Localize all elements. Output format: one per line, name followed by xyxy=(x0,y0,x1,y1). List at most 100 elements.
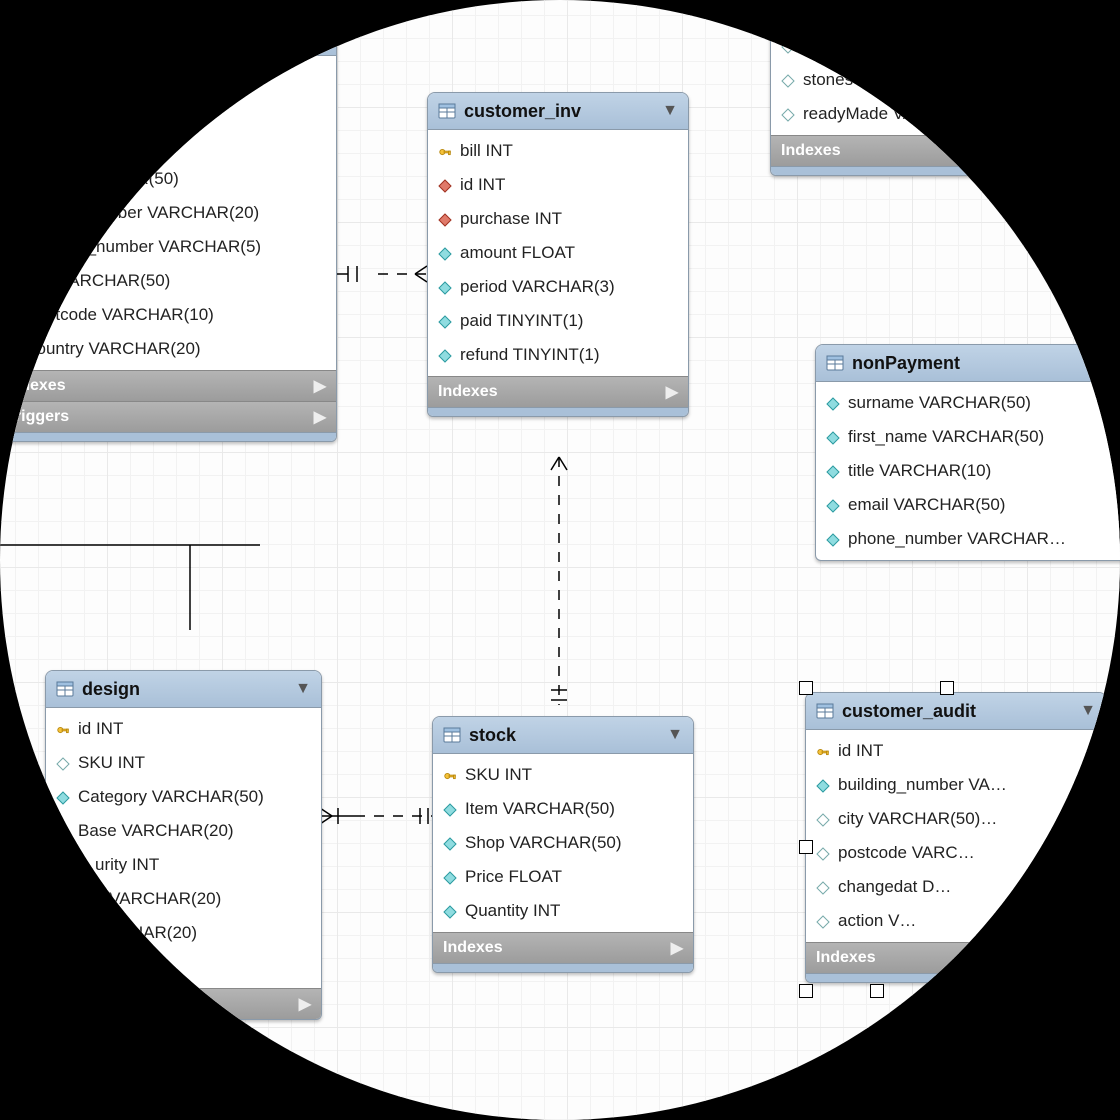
column[interactable]: postcode VARCHAR(10) xyxy=(0,298,336,332)
column[interactable]: Price FLOAT xyxy=(433,860,693,894)
column[interactable]: action V… xyxy=(806,904,1106,938)
table-header[interactable]: nonPayment ▼ xyxy=(816,345,1120,382)
table-header[interactable]: stock ▼ xyxy=(433,717,693,754)
table-header[interactable]: customer_inv ▼ xyxy=(428,93,688,130)
column[interactable]: …ail VARCHAR(50) xyxy=(0,162,336,196)
column[interactable]: SKU INT xyxy=(46,746,321,780)
column[interactable]: id INT xyxy=(806,734,1106,768)
column[interactable]: paid TINYINT(1) xyxy=(428,304,688,338)
column[interactable]: SKU INT xyxy=(433,758,693,792)
column-label: title VARCHAR(10) xyxy=(848,461,991,481)
section-header[interactable]: Indexes▶ xyxy=(428,376,688,407)
column[interactable]: Base VARCHAR(20) xyxy=(46,814,321,848)
table-design[interactable]: design ▼ id INTSKU INT Category VARCHAR(5… xyxy=(45,670,322,1020)
column[interactable]: email VARCHAR(50) xyxy=(816,488,1120,522)
resize-handle[interactable] xyxy=(799,681,813,695)
section-header[interactable]: Indexes▶ xyxy=(806,942,1106,973)
column[interactable]: stones VARCHA… xyxy=(771,63,1120,97)
column[interactable]: readyMade VARCH… xyxy=(771,97,1120,131)
column[interactable]: amount FLOAT xyxy=(428,236,688,270)
column[interactable]: Quantity INT xyxy=(433,894,693,928)
table-customer[interactable]: ▼ … VARCHAR(50)…e VARCHAR(50)… VARCHAR(1… xyxy=(0,18,337,442)
table-stock[interactable]: stock ▼ SKU INTItem VARCHAR(50)Shop VARC… xyxy=(432,716,694,973)
table-partial-top[interactable]: base V…coating VA…stones VARCHA…readyMad… xyxy=(770,0,1120,176)
section-label: Indexes xyxy=(781,142,841,160)
column[interactable]: purchase INT xyxy=(428,202,688,236)
column[interactable]: first_name VARCHAR(50) xyxy=(816,420,1120,454)
table-nonpayment[interactable]: nonPayment ▼ surname VARCHAR(50) first_na… xyxy=(815,344,1120,561)
column-label: building_number VA… xyxy=(838,775,1007,795)
column[interactable]: Category VARCHAR(50) xyxy=(46,780,321,814)
er-canvas[interactable]: { "tables": { "customer": { "title": "cu… xyxy=(0,0,1120,1120)
table-customer-audit[interactable]: customer_audit ▼ id INT building_number V… xyxy=(805,692,1107,983)
section-header[interactable]: Triggers ▶ xyxy=(0,401,336,432)
column[interactable]: title VARCHAR(10) xyxy=(816,454,1120,488)
table-header[interactable]: ▼ xyxy=(0,19,336,56)
collapse-icon[interactable]: ▼ xyxy=(662,102,678,120)
key-icon xyxy=(443,768,457,782)
column[interactable]: city VARCHAR(50)… xyxy=(806,802,1106,836)
columns: id INT building_number VA… city VARCHAR(50… xyxy=(806,730,1106,942)
column-label: postcode VARCHAR(10) xyxy=(28,305,214,325)
diamond-cyan-icon xyxy=(56,858,70,872)
column[interactable]: …YINT(1) xyxy=(46,950,321,984)
column[interactable]: coating VA… xyxy=(771,29,1120,63)
column-label: first_name VARCHAR(50) xyxy=(848,427,1044,447)
section-label: Triggers xyxy=(6,408,69,426)
column[interactable]: country VARCHAR(20) xyxy=(0,332,336,366)
column[interactable]: period VARCHAR(3) xyxy=(428,270,688,304)
column[interactable]: base V… xyxy=(771,0,1120,29)
section-header[interactable]: Indexes▶ xyxy=(433,932,693,963)
column[interactable]: …e VARCHAR(50) xyxy=(0,94,336,128)
resize-handle[interactable] xyxy=(940,681,954,695)
column[interactable]: Item VARCHAR(50) xyxy=(433,792,693,826)
column[interactable]: refund TINYINT(1) xyxy=(428,338,688,372)
section-header[interactable]: Indexes▶ xyxy=(0,370,336,401)
table-header[interactable]: customer_audit ▼ xyxy=(806,693,1106,730)
column[interactable]: … VARCHAR(50) xyxy=(0,60,336,94)
collapse-icon[interactable]: ▼ xyxy=(310,28,326,46)
column[interactable]: …ARCHAR(20) xyxy=(46,916,321,950)
column[interactable]: phone_number VARCHAR(20) xyxy=(0,196,336,230)
column[interactable]: Shop VARCHAR(50) xyxy=(433,826,693,860)
column[interactable]: phone_number VARCHAR… xyxy=(816,522,1120,556)
collapse-icon[interactable]: ▼ xyxy=(667,726,683,744)
column[interactable]: … VARCHAR(10) xyxy=(0,128,336,162)
resize-handle[interactable] xyxy=(799,984,813,998)
diamond-open-icon xyxy=(816,846,830,860)
section-label: Indexes xyxy=(816,949,876,967)
columns: bill INTid INTpurchase INTamount FLOATpe… xyxy=(428,130,688,376)
expand-icon: ▶ xyxy=(314,407,326,427)
column[interactable]: …h VARCHAR(20) xyxy=(46,882,321,916)
column[interactable]: …urity INT xyxy=(46,848,321,882)
column[interactable]: city VARCHAR(50) xyxy=(0,264,336,298)
column[interactable]: postcode VARC… xyxy=(806,836,1106,870)
column-label: Category VARCHAR(50) xyxy=(78,787,264,807)
table-header[interactable]: design ▼ xyxy=(46,671,321,708)
section-header[interactable]: Indexes▶ xyxy=(771,135,1120,166)
diamond-cyan-icon xyxy=(56,926,70,940)
column[interactable]: id INT xyxy=(428,168,688,202)
collapse-icon[interactable]: ▼ xyxy=(1080,702,1096,720)
column-label: changedat D… xyxy=(838,877,951,897)
table-icon xyxy=(443,726,461,744)
diamond-cyan-icon xyxy=(816,778,830,792)
diamond-open-icon xyxy=(6,104,20,118)
column[interactable]: building_number VA… xyxy=(806,768,1106,802)
column-label: city VARCHAR(50) xyxy=(28,271,170,291)
column-label: postcode VARC… xyxy=(838,843,975,863)
diamond-open-icon xyxy=(781,5,795,19)
collapse-icon[interactable]: ▼ xyxy=(295,680,311,698)
column[interactable]: changedat D… xyxy=(806,870,1106,904)
sections: Indexes▶ xyxy=(806,942,1106,973)
column[interactable]: bill INT xyxy=(428,134,688,168)
resize-handle[interactable] xyxy=(799,840,813,854)
table-customer-inv[interactable]: customer_inv ▼ bill INTid INTpurchase IN… xyxy=(427,92,689,417)
collapse-icon[interactable]: ▼ xyxy=(1100,354,1116,372)
column[interactable]: surname VARCHAR(50) xyxy=(816,386,1120,420)
resize-handle[interactable] xyxy=(870,984,884,998)
section-header[interactable]: ▶ xyxy=(46,988,321,1019)
sections: Indexes▶ xyxy=(771,135,1120,166)
column[interactable]: building_number VARCHAR(5) xyxy=(0,230,336,264)
column[interactable]: id INT xyxy=(46,712,321,746)
